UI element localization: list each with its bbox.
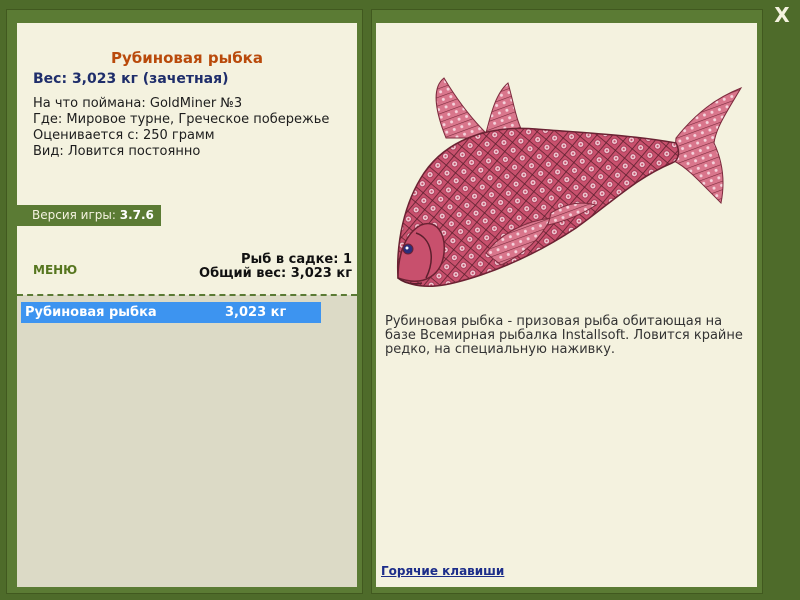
fish-kind: Вид: Ловится постоянно — [33, 144, 201, 159]
fish-detail-panel: Рубиновая рыбка - призовая рыба обитающа… — [376, 23, 757, 587]
catch-list-area — [17, 295, 357, 587]
fish-info-panel: Рубиновая рыбка Вес: 3,023 кг (зачетная)… — [17, 23, 357, 587]
caught-with: На что поймана: GoldMiner №3 — [33, 96, 243, 111]
ruby-fish-image — [396, 77, 743, 288]
total-weight: Общий вес: 3,023 кг — [199, 266, 352, 281]
valued-from: Оценивается с: 250 грамм — [33, 128, 215, 143]
catch-item-name: Рубиновая рыбка — [25, 305, 157, 320]
version-value: 3.7.6 — [119, 208, 154, 222]
fish-title: Рубиновая рыбка — [111, 49, 263, 67]
catch-list-item[interactable]: Рубиновая рыбка 3,023 кг — [21, 302, 321, 323]
hotkeys-link[interactable]: Горячие клавиши — [381, 564, 504, 578]
fish-weight: Вес: 3,023 кг (зачетная) — [33, 71, 229, 87]
divider — [17, 294, 357, 296]
location: Где: Мировое турне, Греческое побережье — [33, 112, 330, 127]
catch-item-weight: 3,023 кг — [225, 305, 287, 320]
fish-description: Рубиновая рыбка - призовая рыба обитающа… — [385, 314, 743, 357]
version-badge: Версия игры: 3.7.6 — [17, 205, 161, 226]
close-button[interactable]: X — [770, 4, 794, 26]
version-label: Версия игры: — [32, 208, 116, 222]
fish-count: Рыб в садке: 1 — [240, 252, 352, 267]
menu-button[interactable]: МЕНЮ — [33, 263, 77, 277]
